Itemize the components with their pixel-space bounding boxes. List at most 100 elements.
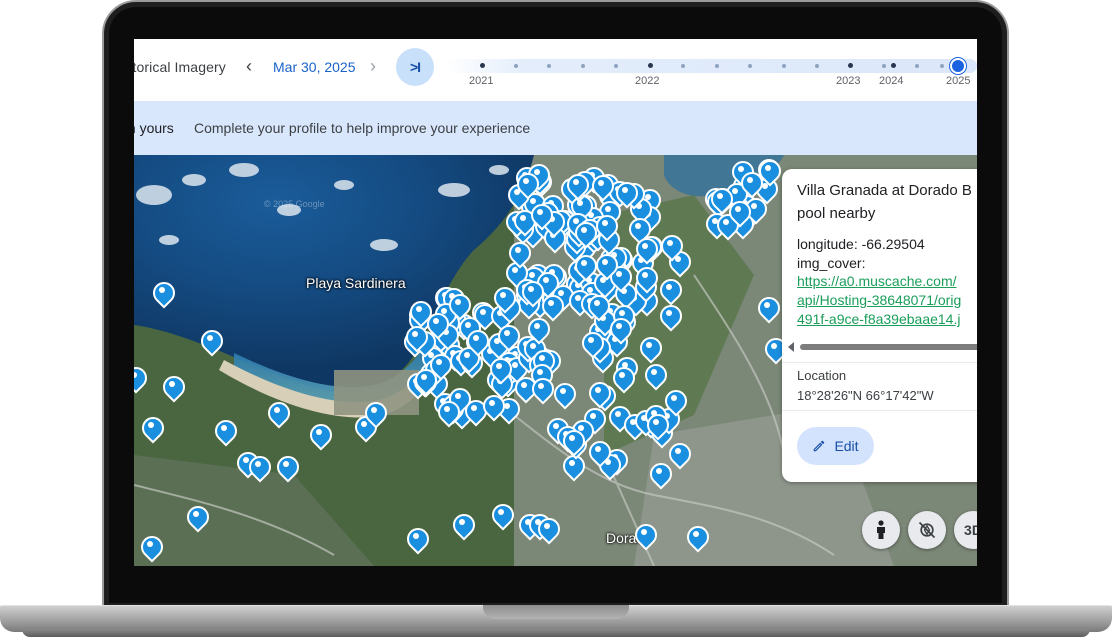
map-pin-icon[interactable] <box>410 300 428 325</box>
horizontal-scrollbar[interactable] <box>788 342 977 352</box>
map-pin-icon[interactable] <box>758 296 776 321</box>
map-pin-icon[interactable] <box>310 423 328 448</box>
map-pin-icon[interactable] <box>438 400 456 425</box>
pegman-button[interactable] <box>862 511 900 549</box>
map-pin-icon[interactable] <box>645 363 663 388</box>
map-pin-icon[interactable] <box>636 266 654 291</box>
timeline-track[interactable] <box>446 59 977 73</box>
map-pin-icon[interactable] <box>483 394 501 419</box>
map-pin-icon[interactable] <box>514 209 532 234</box>
map-pin-icon[interactable] <box>538 517 556 542</box>
map-pin-icon[interactable] <box>650 462 668 487</box>
map-pin-icon[interactable] <box>711 187 729 212</box>
timeline-dot[interactable] <box>614 64 618 68</box>
map-pin-icon[interactable] <box>492 503 510 528</box>
banner-lead-text[interactable]: th yours <box>134 120 174 136</box>
scrollbar-thumb[interactable] <box>800 344 977 350</box>
scroll-left-icon[interactable] <box>788 342 794 352</box>
timeline-year[interactable]: 2023 <box>836 75 860 87</box>
map-label-playa-sardinera[interactable]: Playa Sardinera <box>306 275 406 291</box>
map-pin-icon[interactable] <box>741 171 759 196</box>
img-cover-link[interactable]: https://a0.muscache.com/ <box>797 273 957 289</box>
map-pin-icon[interactable] <box>406 325 424 350</box>
map-pin-icon[interactable] <box>542 294 560 319</box>
timeline-dot[interactable] <box>748 64 752 68</box>
map-pin-icon[interactable] <box>142 416 160 441</box>
map-pin-icon[interactable] <box>215 419 233 444</box>
map-pin-icon[interactable] <box>610 317 628 342</box>
map-pin-icon[interactable] <box>596 214 614 239</box>
chevron-right-icon[interactable]: › <box>370 56 376 77</box>
map-pin-icon[interactable] <box>449 293 467 318</box>
timeline-dot[interactable] <box>882 64 886 68</box>
timeline-dot[interactable] <box>782 64 786 68</box>
map-pin-icon[interactable] <box>163 375 181 400</box>
timeline-dot[interactable] <box>581 64 585 68</box>
map-pin-icon[interactable] <box>509 241 527 266</box>
map-pin-icon[interactable] <box>522 280 540 305</box>
map-pin-icon[interactable] <box>582 331 600 356</box>
timeline-year[interactable]: 2024 <box>879 75 903 87</box>
map-pin-icon[interactable] <box>563 454 581 479</box>
timeline-dot[interactable] <box>480 63 485 68</box>
map-pin-icon[interactable] <box>661 234 679 259</box>
map-pin-icon[interactable] <box>665 389 683 414</box>
map-pin-icon[interactable] <box>765 337 783 362</box>
img-cover-link[interactable]: 491f-a9ce-f8a39ebaae14.j <box>797 311 960 327</box>
timeline-dot[interactable] <box>891 63 896 68</box>
chevron-left-icon[interactable]: ‹ <box>246 56 252 77</box>
map-pin-icon[interactable] <box>669 442 687 467</box>
compass-button[interactable] <box>908 511 946 549</box>
map-pin-icon[interactable] <box>687 525 705 550</box>
map-pin-icon[interactable] <box>635 523 653 548</box>
map-pin-icon[interactable] <box>467 329 485 354</box>
map-pin-icon[interactable] <box>596 253 614 278</box>
map-pin-icon[interactable] <box>563 429 581 454</box>
map-pin-icon[interactable] <box>592 174 610 199</box>
map-pin-icon[interactable] <box>636 237 654 262</box>
map-pin-icon[interactable] <box>415 368 433 393</box>
timeline-dot[interactable] <box>681 64 685 68</box>
map-pin-icon[interactable] <box>141 535 159 560</box>
map-pin-icon[interactable] <box>532 377 550 402</box>
map-pin-icon[interactable] <box>494 286 512 311</box>
map-pin-icon[interactable] <box>660 278 678 303</box>
map-pin-icon[interactable] <box>407 527 425 552</box>
img-cover-link[interactable]: api/Hosting-38648071/orig <box>797 292 961 308</box>
map-pin-icon[interactable] <box>647 413 665 438</box>
map-pin-icon[interactable] <box>575 254 593 279</box>
map-pin-icon[interactable] <box>153 281 171 306</box>
imagery-date[interactable]: Mar 30, 2025 <box>273 59 356 75</box>
map-pin-icon[interactable] <box>554 382 572 407</box>
map-pin-icon[interactable] <box>588 294 606 319</box>
timeline-dot[interactable] <box>547 64 551 68</box>
map-pin-icon[interactable] <box>567 173 585 198</box>
map-pin-icon[interactable] <box>201 329 219 354</box>
timeline-dot[interactable] <box>514 64 518 68</box>
map-pin-icon[interactable] <box>640 336 658 361</box>
map-pin-icon[interactable] <box>365 401 383 426</box>
map-pin-icon[interactable] <box>187 505 205 530</box>
timeline-dot[interactable] <box>815 64 819 68</box>
timeline-dot[interactable] <box>940 64 944 68</box>
timeline-year[interactable]: 2022 <box>635 75 659 87</box>
map-pin-icon[interactable] <box>453 513 471 538</box>
map-pin-icon[interactable] <box>613 366 631 391</box>
map-pin-icon[interactable] <box>589 440 607 465</box>
map-pin-icon[interactable] <box>531 203 549 228</box>
timeline-dot[interactable] <box>648 63 653 68</box>
map-pin-icon[interactable] <box>498 324 516 349</box>
map-pin-icon[interactable] <box>268 401 286 426</box>
map-pin-icon[interactable] <box>528 317 546 342</box>
timeline-year-selected[interactable]: 2025 <box>946 75 970 87</box>
timeline-year[interactable]: 2021 <box>469 75 493 87</box>
timeline-dot[interactable] <box>848 63 853 68</box>
map-pin-icon[interactable] <box>589 381 607 406</box>
skip-to-latest-button[interactable]: >I <box>396 48 434 86</box>
map-pin-icon[interactable] <box>277 455 295 480</box>
timeline-dot[interactable] <box>715 64 719 68</box>
map-pin-icon[interactable] <box>490 357 508 382</box>
map-pin-icon[interactable] <box>134 366 143 391</box>
map-pin-icon[interactable] <box>517 172 535 197</box>
map-pin-icon[interactable] <box>575 221 593 246</box>
